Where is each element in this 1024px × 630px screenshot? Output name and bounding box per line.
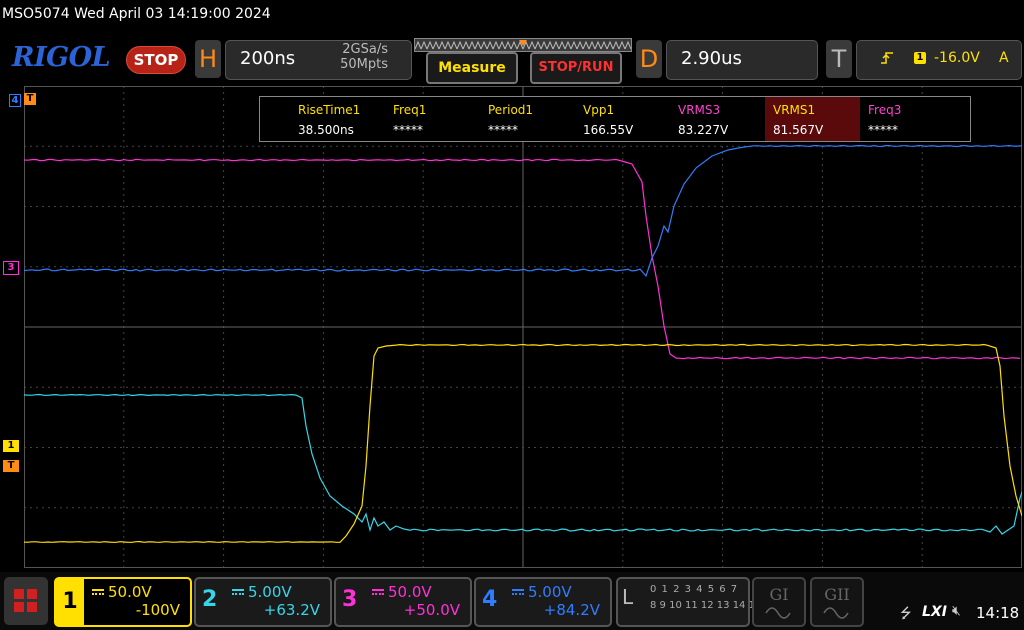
channel-number: 3 xyxy=(342,587,358,612)
lxi-status: LXI xyxy=(922,604,947,620)
memory-depth: 50Mpts xyxy=(340,57,388,72)
sine-wave-icon xyxy=(765,607,791,619)
measurement-name: VRMS1 xyxy=(773,103,816,117)
timebase-value: 200ns xyxy=(240,48,296,69)
waveform-display[interactable] xyxy=(24,86,1022,568)
channel-2-box[interactable]: 2 5.00V +63.2V xyxy=(194,577,332,627)
channel-offset: +63.2V xyxy=(263,601,320,619)
measurement-name: Vpp1 xyxy=(583,103,615,117)
clock: 14:18 xyxy=(976,604,1020,622)
rigol-logo: RIGOL xyxy=(12,42,111,73)
measurement-value: ***** xyxy=(868,123,898,137)
channel-3-box[interactable]: 3 50.0V +50.0V xyxy=(334,577,472,627)
channel-4-marker[interactable]: 4 xyxy=(9,94,21,107)
stop-run-button[interactable]: STOP/RUN xyxy=(530,52,622,84)
measurement-name: Period1 xyxy=(488,103,534,117)
trigger-source-badge: 1 xyxy=(914,52,926,64)
generator-2-button[interactable]: GII xyxy=(810,577,864,627)
grid-menu-icon xyxy=(14,589,37,612)
sine-wave-icon xyxy=(823,607,849,619)
generator-1-button[interactable]: GI xyxy=(752,577,806,627)
trigger-top-marker: T xyxy=(24,93,36,105)
channel-offset: +50.0V xyxy=(403,601,460,619)
sample-rate: 2GSa/s xyxy=(342,42,388,57)
dc-coupling-icon xyxy=(92,589,104,595)
measurement-vpp1[interactable]: Vpp1 166.55V xyxy=(575,97,670,141)
home-menu-button[interactable] xyxy=(4,577,48,625)
channel-number: 2 xyxy=(202,587,218,612)
channel-scale: 5.00V xyxy=(248,583,292,601)
run-state-badge[interactable]: STOP xyxy=(126,46,186,74)
dc-coupling-icon xyxy=(372,589,384,595)
usb-icon: ⭍ xyxy=(900,606,912,622)
dc-coupling-icon xyxy=(232,589,244,595)
logic-letter: L xyxy=(622,585,634,609)
channel-1-box[interactable]: 1 50.0V -100V xyxy=(54,577,192,627)
graticule xyxy=(24,86,1022,568)
device-datetime-label: MSO5074 Wed April 03 14:19:00 2024 xyxy=(2,6,271,22)
channel-number: 4 xyxy=(482,587,498,612)
measurement-risetime1[interactable]: RiseTime1 38.500ns xyxy=(290,97,385,141)
logic-channels-high: 8 9 10 11 12 13 14 15 xyxy=(650,600,762,611)
dc-coupling-icon xyxy=(512,589,524,595)
delay-value: 2.90us xyxy=(681,48,742,69)
channel-scale: 50.0V xyxy=(108,583,152,601)
measurement-value: 38.500ns xyxy=(298,123,354,137)
trigger-level-marker[interactable]: T xyxy=(3,460,19,472)
measurement-value: 83.227V xyxy=(678,123,729,137)
channel-offset: -100V xyxy=(135,601,180,619)
measurement-name: VRMS3 xyxy=(678,103,721,117)
memory-position-bar[interactable] xyxy=(414,38,632,52)
measurement-vrms1[interactable]: VRMS1 81.567V xyxy=(765,97,860,141)
measurement-name: RiseTime1 xyxy=(298,103,361,117)
trigger-mode: A xyxy=(999,50,1009,66)
measurement-name: Freq3 xyxy=(868,103,902,117)
horizontal-menu-button[interactable]: H xyxy=(195,40,221,78)
measurement-value: ***** xyxy=(393,123,423,137)
channel-number: 1 xyxy=(56,579,84,625)
delay-menu-button[interactable]: D xyxy=(636,40,662,78)
measurement-value: 81.567V xyxy=(773,123,824,137)
channel-3-marker[interactable]: 3 xyxy=(3,261,19,275)
measure-button[interactable]: Measure xyxy=(426,52,518,84)
measurement-value: 166.55V xyxy=(583,123,634,137)
channel-3-waveform xyxy=(24,158,1021,360)
trigger-level: -16.0V xyxy=(934,50,980,66)
measurement-freq3[interactable]: Freq3 ***** xyxy=(860,97,955,141)
measurement-period1[interactable]: Period1 ***** xyxy=(480,97,575,141)
channel-1-marker[interactable]: 1 xyxy=(3,440,19,452)
logic-channels-low: 0 1 2 3 4 5 6 7 xyxy=(650,584,739,595)
sample-rate-info: 2GSa/s 50Mpts xyxy=(330,42,388,72)
measurement-value: ***** xyxy=(488,123,518,137)
measurement-name: Freq1 xyxy=(393,103,427,117)
channel-scale: 50.0V xyxy=(388,583,432,601)
measurement-vrms3[interactable]: VRMS3 83.227V xyxy=(670,97,765,141)
speaker-muted-icon[interactable]: 🔇︎ xyxy=(952,603,961,619)
trigger-menu-button[interactable]: T xyxy=(826,40,852,78)
measurement-panel: RiseTime1 38.500ns Freq1 ***** Period1 ***** V… xyxy=(259,96,971,142)
channel-offset: +84.2V xyxy=(543,601,600,619)
channel-scale: 5.00V xyxy=(528,583,572,601)
measurement-freq1[interactable]: Freq1 ***** xyxy=(385,97,480,141)
rising-edge-icon xyxy=(881,52,893,64)
channel-4-box[interactable]: 4 5.00V +84.2V xyxy=(474,577,612,627)
